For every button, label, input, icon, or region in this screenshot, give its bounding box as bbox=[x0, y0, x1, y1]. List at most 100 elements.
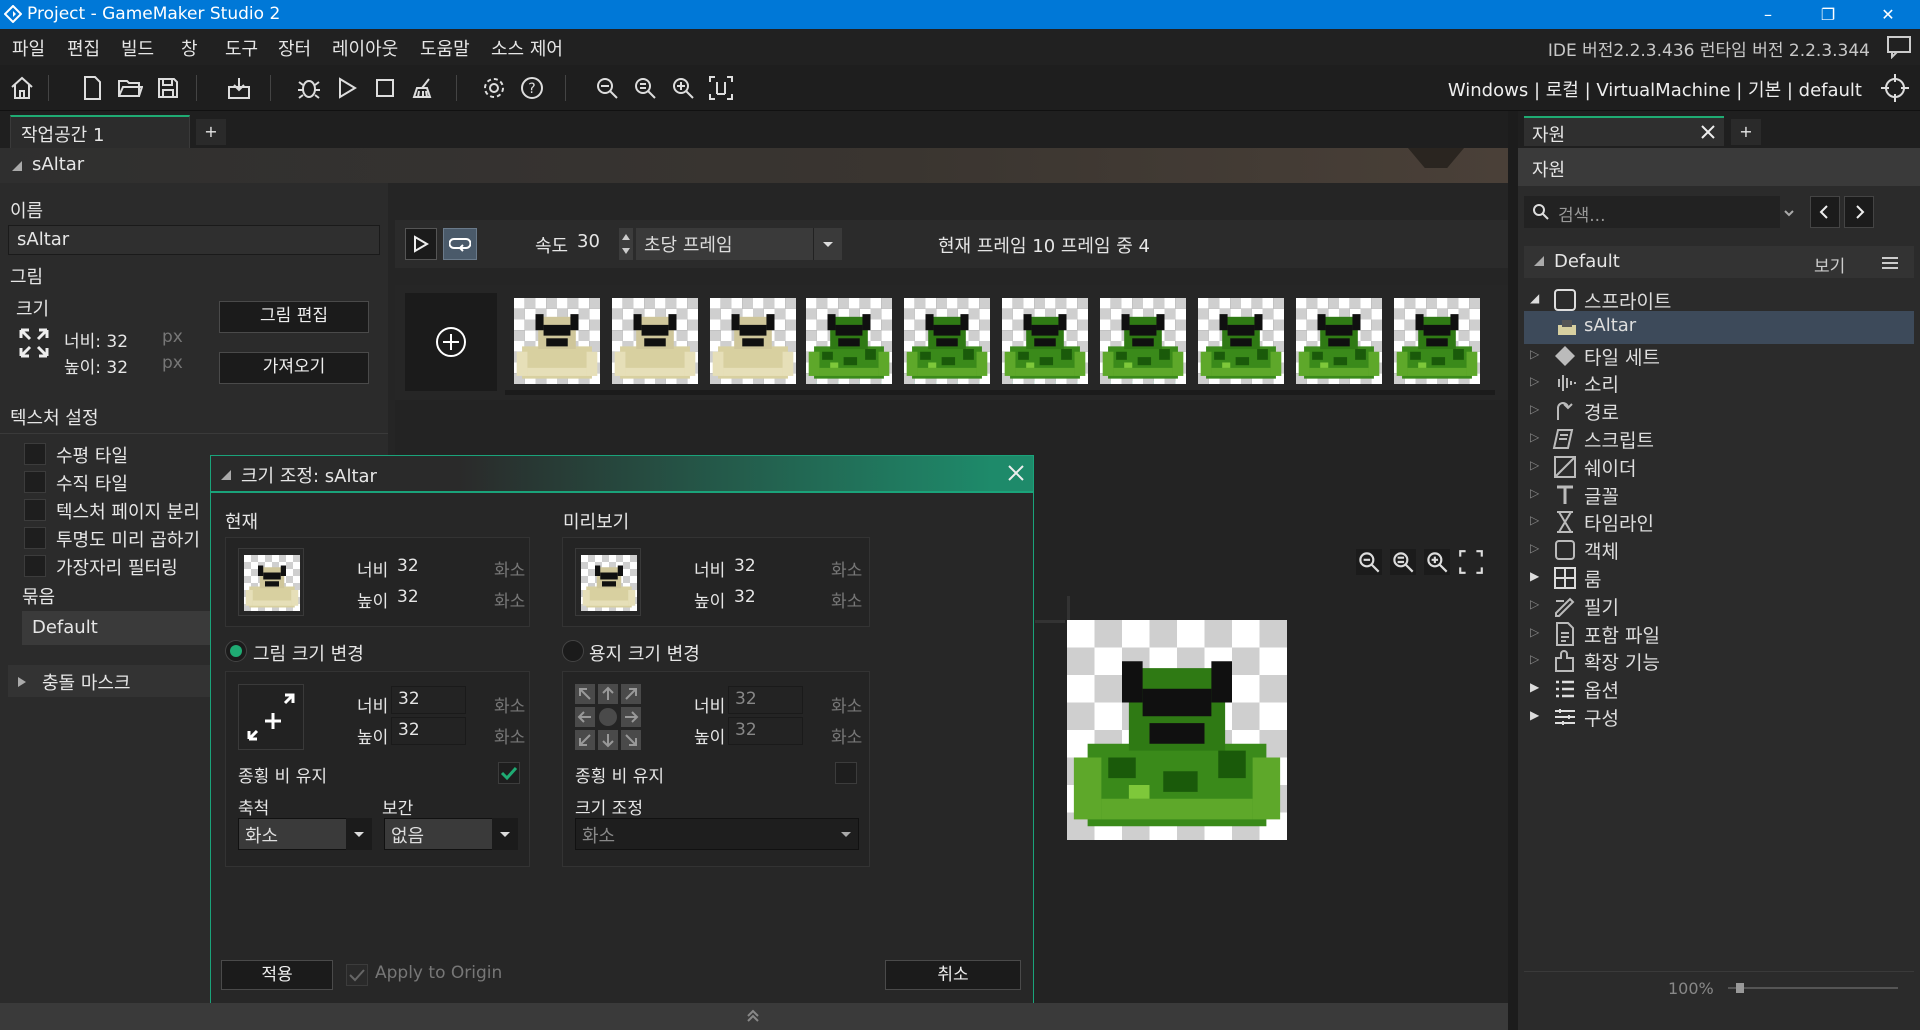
hamburger-menu-icon[interactable] bbox=[1880, 255, 1900, 271]
home-button[interactable] bbox=[5, 71, 39, 105]
frame-thumbnail[interactable] bbox=[1394, 298, 1480, 384]
keep-aspect-checkbox[interactable] bbox=[498, 762, 520, 784]
expand-arrow-icon[interactable]: ▷ bbox=[1530, 625, 1539, 639]
edit-image-button[interactable]: 그림 편집 bbox=[219, 301, 369, 333]
frame-thumbnail[interactable] bbox=[1198, 298, 1284, 384]
panel-splitter[interactable] bbox=[1508, 111, 1518, 1030]
target-icon[interactable] bbox=[1880, 73, 1910, 103]
open-project-button[interactable] bbox=[113, 71, 147, 105]
run-button[interactable] bbox=[330, 71, 364, 105]
close-icon[interactable] bbox=[1700, 124, 1716, 140]
canvas-height-input[interactable]: 32 bbox=[728, 717, 803, 745]
menu-marketplace[interactable]: 장터 bbox=[278, 35, 311, 61]
target-selector[interactable]: Windows | 로컬 | VirtualMachine | 기본 | def… bbox=[1448, 76, 1862, 102]
add-workspace-button[interactable]: + bbox=[196, 119, 226, 145]
zoom-out-button[interactable] bbox=[590, 71, 624, 105]
chevron-up-icon[interactable] bbox=[746, 1009, 760, 1023]
tab-resources[interactable]: 자원 bbox=[1524, 116, 1724, 146]
premultiply-alpha-checkbox[interactable] bbox=[24, 527, 46, 549]
resource-item[interactable]: ▶ 구성 bbox=[1518, 700, 1918, 733]
zoom-in-icon[interactable] bbox=[1423, 548, 1451, 576]
canvas-keep-aspect-checkbox[interactable] bbox=[835, 762, 857, 784]
menu-help[interactable]: 도움말 bbox=[420, 35, 470, 61]
canvas-width-input[interactable]: 32 bbox=[728, 686, 803, 714]
zoom-slider[interactable] bbox=[1728, 983, 1898, 993]
frame-thumbnail[interactable] bbox=[514, 298, 600, 384]
play-animation-button[interactable] bbox=[405, 228, 437, 260]
menu-layouts[interactable]: 레이아웃 bbox=[332, 35, 398, 61]
frame-thumbnail[interactable] bbox=[806, 298, 892, 384]
close-icon[interactable] bbox=[1007, 464, 1025, 482]
zoom-reset-button[interactable] bbox=[628, 71, 662, 105]
expand-arrow-icon[interactable]: ▶ bbox=[1530, 708, 1539, 722]
expand-arrow-icon[interactable]: ▷ bbox=[1530, 652, 1539, 666]
expand-arrow-icon[interactable]: ▶ bbox=[1530, 680, 1539, 694]
frame-thumbnail[interactable] bbox=[612, 298, 698, 384]
debug-button[interactable] bbox=[292, 71, 326, 105]
expand-arrow-icon[interactable]: ▷ bbox=[1530, 402, 1539, 416]
zoom-out-icon[interactable] bbox=[1355, 548, 1383, 576]
menu-source-control[interactable]: 소스 제어 bbox=[491, 35, 563, 61]
resource-search-input[interactable]: 검색... bbox=[1524, 196, 1780, 228]
expand-arrow-icon[interactable]: ▷ bbox=[1530, 541, 1539, 555]
menu-file[interactable]: 파일 bbox=[12, 35, 45, 61]
resize-image-radio[interactable] bbox=[225, 640, 247, 662]
menu-edit[interactable]: 편집 bbox=[67, 35, 100, 61]
help-button[interactable]: ? bbox=[515, 71, 549, 105]
add-resource-tab-button[interactable]: + bbox=[1731, 119, 1761, 145]
tab-workspace-1[interactable]: 작업공간 1 bbox=[10, 115, 190, 148]
chevron-down-icon[interactable] bbox=[346, 818, 372, 850]
fit-screen-button[interactable] bbox=[704, 71, 738, 105]
resize-canvas-radio[interactable] bbox=[562, 640, 584, 662]
zoom-in-button[interactable] bbox=[666, 71, 700, 105]
horizontal-tile-checkbox[interactable] bbox=[24, 443, 46, 465]
zoom-reset-icon[interactable] bbox=[1389, 548, 1417, 576]
vertical-tile-checkbox[interactable] bbox=[24, 471, 46, 493]
add-frame-button[interactable] bbox=[405, 293, 497, 391]
frame-thumbnail[interactable] bbox=[1296, 298, 1382, 384]
frame-thumbnail[interactable] bbox=[1002, 298, 1088, 384]
frame-strip-scrollbar[interactable] bbox=[505, 390, 1495, 395]
preferences-button[interactable] bbox=[477, 71, 511, 105]
apply-button[interactable]: 적용 bbox=[221, 960, 333, 990]
image-height-input[interactable]: 32 bbox=[391, 717, 466, 745]
cancel-button[interactable]: 취소 bbox=[885, 960, 1021, 990]
menu-build[interactable]: 빌드 bbox=[121, 35, 154, 61]
collapse-triangle-icon[interactable] bbox=[1534, 256, 1544, 266]
search-next-button[interactable] bbox=[1844, 196, 1874, 228]
expand-arrow-icon[interactable]: ▷ bbox=[1530, 458, 1539, 472]
separate-texture-page-checkbox[interactable] bbox=[24, 499, 46, 521]
create-executable-button[interactable] bbox=[222, 71, 256, 105]
expand-arrow-icon[interactable]: ▷ bbox=[1530, 374, 1539, 388]
view-menu-label[interactable]: 보기 bbox=[1814, 252, 1845, 277]
save-button[interactable] bbox=[151, 71, 185, 105]
chat-icon[interactable] bbox=[1886, 35, 1912, 59]
speed-mode-dropdown-arrow[interactable] bbox=[813, 228, 841, 260]
fit-canvas-icon[interactable] bbox=[1457, 548, 1485, 576]
speed-mode-select[interactable]: 초당 프레임 bbox=[636, 228, 842, 260]
expand-arrow-icon[interactable]: ▶ bbox=[1530, 569, 1539, 583]
expand-arrow-icon[interactable]: ▷ bbox=[1530, 486, 1539, 500]
frame-thumbnail[interactable] bbox=[1100, 298, 1186, 384]
frame-thumbnail[interactable] bbox=[710, 298, 796, 384]
collapse-arrow-icon[interactable]: ◢ bbox=[1530, 291, 1539, 305]
new-project-button[interactable] bbox=[75, 71, 109, 105]
apply-origin-checkbox[interactable] bbox=[346, 964, 368, 986]
speed-spinner[interactable] bbox=[619, 228, 633, 260]
import-button[interactable]: 가져오기 bbox=[219, 352, 369, 384]
expand-arrow-icon[interactable]: ▷ bbox=[1530, 597, 1539, 611]
sprite-name-input[interactable]: sAltar bbox=[8, 225, 380, 255]
canvas-unit-select[interactable]: 화소 bbox=[575, 818, 859, 850]
minimize-button[interactable]: – bbox=[1738, 0, 1798, 29]
collapse-triangle-icon[interactable] bbox=[12, 161, 22, 171]
maximize-button[interactable]: ❐ bbox=[1798, 0, 1858, 29]
resize-icon[interactable] bbox=[18, 327, 50, 359]
search-prev-button[interactable] bbox=[1810, 196, 1840, 228]
loop-toggle-button[interactable] bbox=[443, 228, 477, 260]
menu-window[interactable]: 창 bbox=[181, 35, 198, 61]
expand-arrow-icon[interactable]: ▷ bbox=[1530, 430, 1539, 444]
chevron-down-icon[interactable] bbox=[1782, 206, 1796, 220]
stop-button[interactable] bbox=[368, 71, 402, 105]
speed-input[interactable]: 30 bbox=[569, 228, 619, 260]
edge-filtering-checkbox[interactable] bbox=[24, 555, 46, 577]
